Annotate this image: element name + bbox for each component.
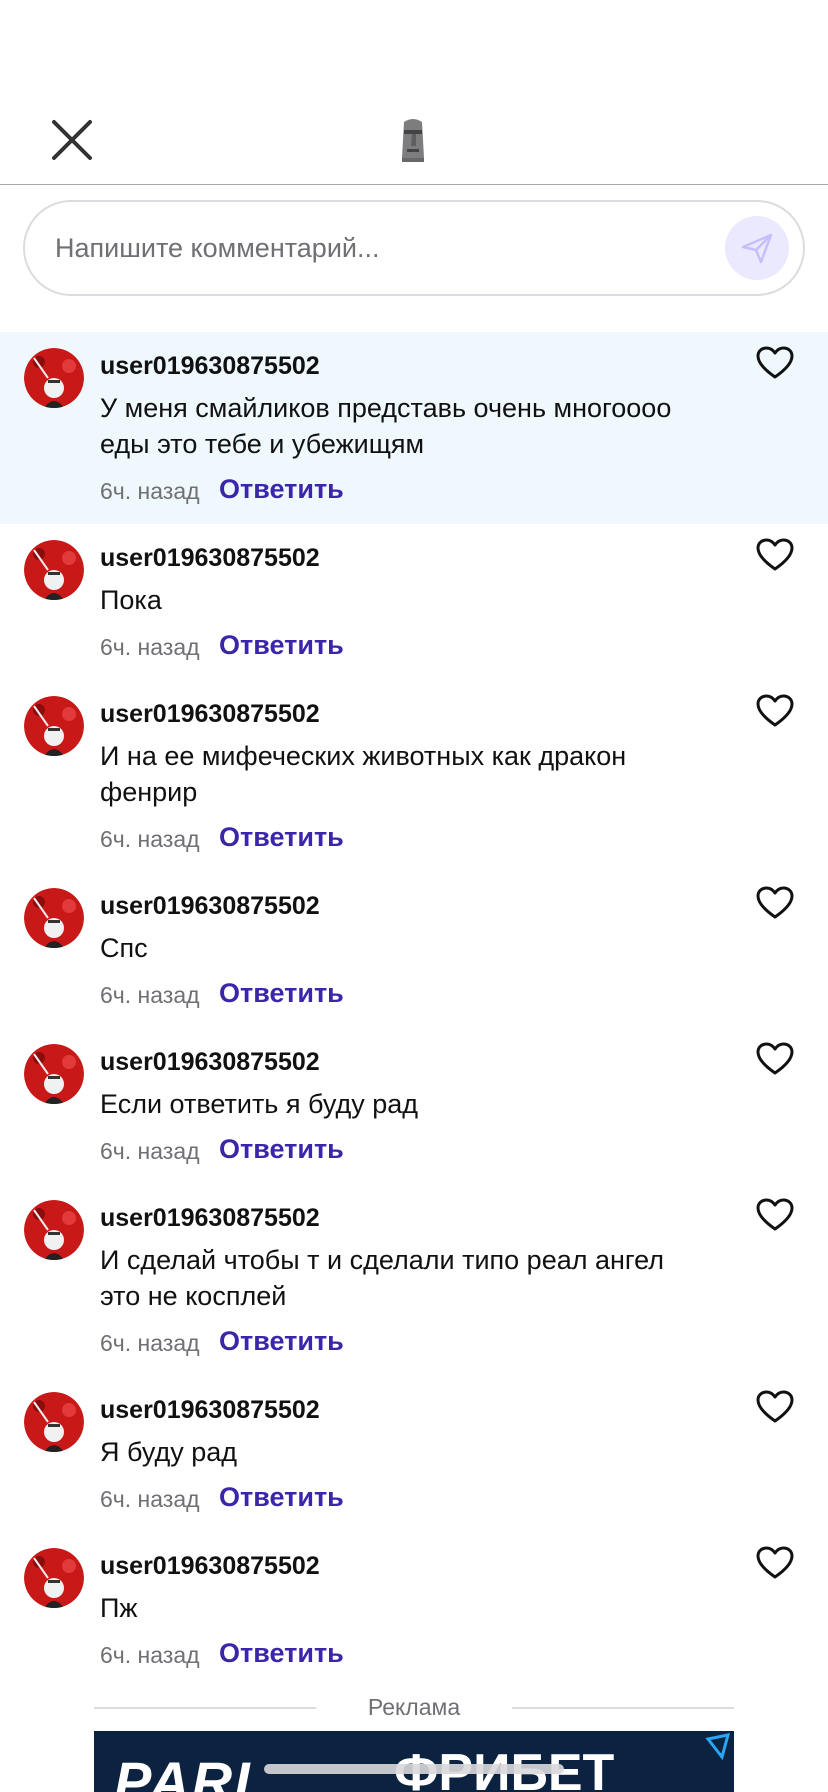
reply-button[interactable]: Ответить (219, 1326, 344, 1357)
comment-input[interactable] (55, 202, 715, 294)
heart-icon (756, 1198, 794, 1231)
like-button[interactable] (756, 538, 794, 572)
heart-icon (756, 1042, 794, 1075)
comment-username[interactable]: user019630875502 (100, 352, 320, 381)
heart-icon (756, 346, 794, 379)
comment-text: Спс (100, 933, 148, 963)
heart-icon (756, 886, 794, 919)
comment-time: 6ч. назад (100, 1330, 200, 1356)
avatar[interactable] (24, 888, 84, 948)
avatar[interactable] (24, 348, 84, 408)
like-button[interactable] (756, 1042, 794, 1076)
comment-username[interactable]: user019630875502 (100, 1048, 320, 1077)
comment-item: user019630875502 Спс 6ч. назад Ответить (0, 872, 828, 1028)
comment-text: И сделай чтобы т и сделали типо реал анг… (100, 1245, 665, 1311)
comment-time: 6ч. назад (100, 1642, 200, 1668)
comment-item: user019630875502 И сделай чтобы т и сдел… (0, 1184, 828, 1376)
close-button[interactable] (48, 116, 96, 164)
reply-button[interactable]: Ответить (219, 1482, 344, 1513)
ad-banner-brand: PARI (114, 1750, 252, 1792)
close-icon (52, 120, 92, 160)
comment-input-container (23, 200, 805, 296)
comment-time: 6ч. назад (100, 478, 200, 504)
comment-item: user019630875502 Я буду рад 6ч. назад От… (0, 1376, 828, 1532)
comment-username[interactable]: user019630875502 (100, 1396, 320, 1425)
avatar[interactable] (24, 696, 84, 756)
like-button[interactable] (756, 694, 794, 728)
comment-item: user019630875502 Если ответить я буду ра… (0, 1028, 828, 1184)
comment-item: user019630875502 Пж 6ч. назад Ответить (0, 1532, 828, 1688)
moai-emoji-icon (398, 118, 428, 162)
heart-icon (756, 694, 794, 727)
reply-button[interactable]: Ответить (219, 630, 344, 661)
comment-time: 6ч. назад (100, 634, 200, 660)
comment-username[interactable]: user019630875502 (100, 892, 320, 921)
reply-button[interactable]: Ответить (219, 1134, 344, 1165)
send-button[interactable] (725, 216, 789, 280)
home-indicator[interactable] (264, 1764, 564, 1774)
comment-text: Если ответить я буду рад (100, 1089, 419, 1119)
comments-list: user019630875502 У меня смайликов предст… (0, 332, 828, 1688)
comment-item: user019630875502 И на ее мифеческих живо… (0, 680, 828, 872)
comment-username[interactable]: user019630875502 (100, 544, 320, 573)
heart-icon (756, 538, 794, 571)
comment-username[interactable]: user019630875502 (100, 1204, 320, 1233)
header (0, 0, 828, 185)
reply-button[interactable]: Ответить (219, 1638, 344, 1669)
heart-icon (756, 1390, 794, 1423)
avatar[interactable] (24, 1200, 84, 1260)
comment-time: 6ч. назад (100, 826, 200, 852)
comment-text: Пж (100, 1593, 138, 1623)
ad-label: Реклама (367, 1694, 461, 1720)
comment-item: user019630875502 Пока 6ч. назад Ответить (0, 524, 828, 680)
send-icon (741, 233, 773, 264)
comment-time: 6ч. назад (100, 1138, 200, 1164)
reply-button[interactable]: Ответить (219, 474, 344, 505)
comment-time: 6ч. назад (100, 982, 200, 1008)
avatar[interactable] (24, 1392, 84, 1452)
avatar[interactable] (24, 1548, 84, 1608)
reply-button[interactable]: Ответить (219, 822, 344, 853)
avatar[interactable] (24, 1044, 84, 1104)
comment-text: Я буду рад (100, 1437, 238, 1467)
comment-text: У меня смайликов представь очень многооо… (100, 393, 672, 459)
ad-info-icon[interactable] (704, 1733, 732, 1761)
reply-button[interactable]: Ответить (219, 978, 344, 1009)
avatar[interactable] (24, 540, 84, 600)
heart-icon (756, 1546, 794, 1579)
comment-username[interactable]: user019630875502 (100, 700, 320, 729)
comment-text: И на ее мифеческих животных как дракон ф… (100, 741, 627, 807)
like-button[interactable] (756, 1198, 794, 1232)
comment-item: user019630875502 У меня смайликов предст… (0, 332, 828, 524)
comment-text: Пока (100, 585, 162, 615)
comment-username[interactable]: user019630875502 (100, 1552, 320, 1581)
like-button[interactable] (756, 1546, 794, 1580)
like-button[interactable] (756, 346, 794, 380)
like-button[interactable] (756, 886, 794, 920)
comment-time: 6ч. назад (100, 1486, 200, 1512)
like-button[interactable] (756, 1390, 794, 1424)
ad-banner[interactable]: PARI ФРИБЕТ 5x1000₽ (94, 1731, 734, 1792)
